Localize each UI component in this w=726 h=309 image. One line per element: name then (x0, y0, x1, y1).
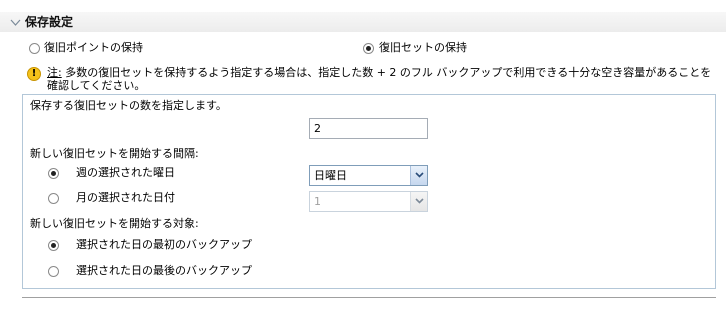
keep-recovery-points-label[interactable]: 復旧ポイントの保持 (44, 41, 143, 55)
dropdown-button[interactable] (410, 166, 427, 185)
note-text: 多数の復旧セットを保持するよう指定する場合は、指定した数 + 2 のフル バック… (47, 66, 712, 92)
dropdown-button-disabled[interactable] (410, 192, 427, 211)
recovery-set-count-input[interactable] (309, 118, 428, 139)
day-of-month-label[interactable]: 月の選択された日付 (76, 191, 175, 205)
day-of-month-select[interactable]: 1 (309, 191, 428, 212)
section-header[interactable] (0, 12, 726, 32)
day-of-week-label[interactable]: 週の選択された曜日 (76, 166, 175, 180)
warning-note: 注: 多数の復旧セットを保持するよう指定する場合は、指定した数 + 2 のフル … (47, 66, 717, 92)
radio-last-backup[interactable] (48, 266, 59, 277)
divider (22, 297, 716, 298)
radio-keep-recovery-sets[interactable] (363, 43, 374, 54)
radio-first-backup[interactable] (48, 240, 59, 251)
chevron-down-icon[interactable] (10, 19, 21, 26)
interval-label: 新しい復旧セットを開始する間隔: (30, 147, 199, 160)
first-backup-label[interactable]: 選択された日の最初のバックアップ (76, 238, 252, 252)
dropdown-arrow-icon (415, 172, 424, 178)
warning-icon: ! (27, 67, 41, 81)
dropdown-arrow-icon (415, 198, 424, 204)
day-of-week-value: 日曜日 (314, 169, 347, 182)
section-title: 保存設定 (25, 15, 74, 29)
recovery-set-count-label: 保存する復旧セットの数を指定します。 (30, 99, 227, 112)
note-label: 注: (47, 66, 62, 79)
keep-recovery-sets-label[interactable]: 復旧セットの保持 (379, 41, 467, 55)
day-of-month-value: 1 (314, 195, 321, 208)
target-label: 新しい復旧セットを開始する対象: (30, 217, 199, 230)
last-backup-label[interactable]: 選択された日の最後のバックアップ (76, 264, 252, 278)
day-of-week-select[interactable]: 日曜日 (309, 165, 428, 186)
radio-keep-recovery-points[interactable] (29, 43, 40, 54)
radio-day-of-month[interactable] (48, 193, 59, 204)
radio-day-of-week[interactable] (48, 168, 59, 179)
